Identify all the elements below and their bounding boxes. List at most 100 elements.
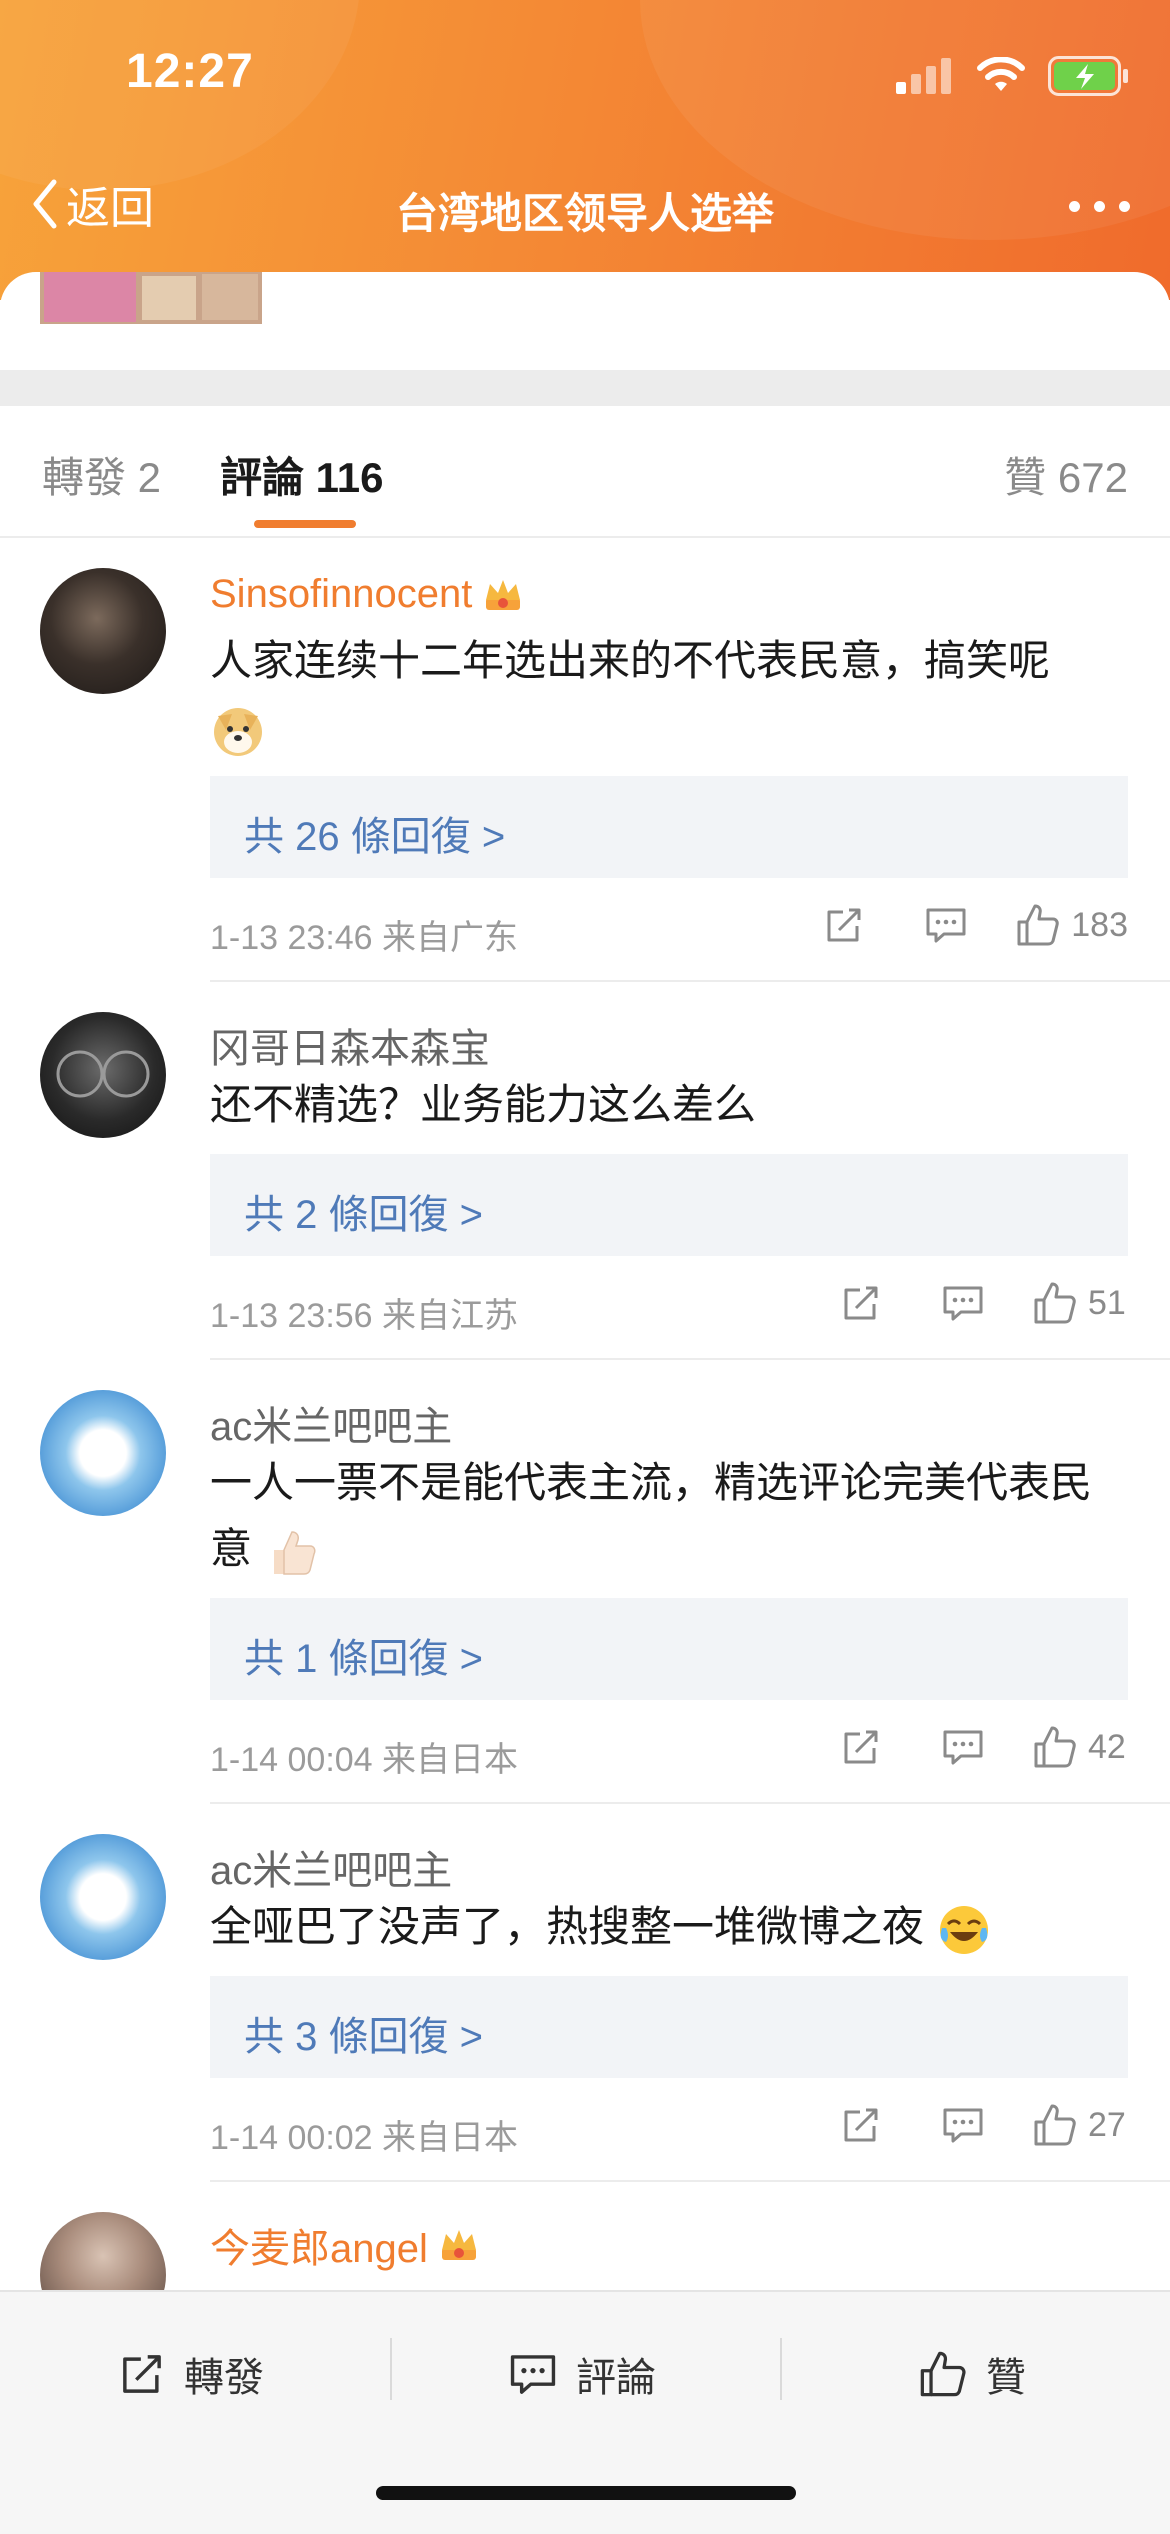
laugh-cry-emoji-icon [939,1905,988,1954]
more-icon-dot [1094,200,1105,212]
comment-meta: 1-14 00:02 来自日本 [210,2110,518,2159]
like-count: 42 [1088,1727,1126,1766]
share-button[interactable] [821,902,867,948]
reply-count: 共 1 條回復 > [244,1637,483,1681]
comment-icon [510,2355,556,2394]
like-button[interactable] [1032,1280,1078,1326]
divider [210,1802,1170,1804]
post-card-edge [0,272,1170,370]
crown-icon [486,579,521,610]
home-indicator[interactable] [376,2486,796,2500]
avatar[interactable] [40,568,166,694]
author-name: 冈哥日森本森宝 [210,1027,490,1071]
like-icon [920,2351,966,2397]
share-icon [844,2108,878,2142]
page-title: 台湾地区领导人选举 [395,190,774,237]
like-icon [1034,2104,1076,2146]
thumbnail-part [142,276,196,320]
tab-indicator [254,520,356,528]
bottom-separator [780,2338,782,2400]
comment-meta: 1-13 23:46 来自广东 [210,910,518,959]
divider [210,1358,1170,1360]
more-icon [1069,200,1080,212]
author-name: ac米兰吧吧主 [210,1849,453,1893]
comment-location: 来自江苏 [382,1297,519,1335]
tab-bar: 轉發 2 評論 116 贊 672 [0,406,1170,538]
comment-author[interactable]: 今麦郎angel [210,2216,480,2274]
comment-text-content: 人家连续十二年选出来的不代表民意，搞笑呢 [210,637,1051,684]
more-button[interactable] [1069,186,1130,226]
nav-bar: 返回 台湾地区领导人选举 [0,160,1170,248]
reply-count-box[interactable]: 共 26 條回復 > [210,776,1128,878]
share-icon [844,1286,878,1320]
share-icon [844,1730,878,1764]
bottom-repost-label: 轉發 [184,2356,264,2400]
comment-icon [943,1730,983,1765]
wifi-icon [977,57,1025,91]
tab-likes[interactable]: 贊 672 [1004,444,1128,505]
like-icon [1017,904,1060,946]
tab-repost[interactable]: 轉發 2 [42,444,161,505]
like-icon [1034,1726,1076,1768]
avatar[interactable] [40,1390,166,1516]
reply-count: 共 26 條回復 > [244,815,506,859]
reply-count-box[interactable]: 共 2 條回復 > [210,1154,1128,1256]
like-icon [1034,1282,1076,1324]
share-button[interactable] [838,1724,884,1770]
divider [210,2180,1170,2182]
share-icon [827,908,861,942]
share-icon [123,2355,161,2393]
comment-text: 还不精选？业务能力这么差么 [210,1072,1130,1138]
comment-actions: 183 [821,900,1128,950]
bottom-like-label: 贊 [986,2356,1026,2400]
comment-text: 人家连续十二年选出来的不代表民意，搞笑呢 [210,628,1130,760]
bottom-repost-button[interactable]: 轉發 [118,2342,264,2406]
comment-author[interactable]: Sinsofinnocent [210,572,524,617]
comment-button[interactable] [940,1724,986,1770]
comment-actions: 27 [838,2100,1128,2150]
comment-text-content: 还不精选？业务能力这么差么 [210,1081,757,1128]
avatar[interactable] [40,1834,166,1960]
bottom-separator [390,2338,392,2400]
avatar-image [56,1050,150,1098]
battery-charging-icon [1048,56,1128,96]
bottom-comment-button[interactable]: 評論 [508,2342,656,2406]
comment-author[interactable]: 冈哥日森本森宝 [210,1016,490,1074]
thumbnail-part [202,274,258,320]
comment-time: 1-13 23:46 [210,919,373,957]
thumbs-up-emoji-icon [273,1531,316,1575]
tab-comments[interactable]: 評論 116 [220,444,383,505]
comment-location: 来自日本 [382,2119,519,2157]
post-image-thumbnail[interactable] [40,272,262,324]
comment-text: 一人一票不是能代表主流，精选评论完美代表民意 [210,1450,1130,1582]
signal-icon [896,58,951,94]
comment-button[interactable] [940,1280,986,1326]
like-button[interactable] [1032,1724,1078,1770]
like-button[interactable] [1015,902,1061,948]
status-time: 12:27 [126,45,254,98]
bottom-comment-label: 評論 [576,2356,656,2400]
comment-text-content: 全哑巴了没声了，热搜整一堆微博之夜 [210,1903,925,1950]
reply-count-box[interactable]: 共 1 條回復 > [210,1598,1128,1700]
comment-button[interactable] [940,2102,986,2148]
comment-meta: 1-13 23:56 来自江苏 [210,1288,518,1337]
comment-icon [943,2108,983,2143]
share-button[interactable] [838,2102,884,2148]
more-icon-dot [1119,200,1130,212]
reply-count-box[interactable]: 共 3 條回復 > [210,1976,1128,2078]
doge-emoji-icon [214,707,262,756]
divider [210,980,1170,982]
comment-author[interactable]: ac米兰吧吧主 [210,1394,452,1452]
header: 12:27 返回 台湾地区领导人选举 [0,0,1170,300]
share-button[interactable] [838,1280,884,1326]
author-name: Sinsofinnocent [210,572,473,616]
like-button[interactable] [1032,2102,1078,2148]
comment-author[interactable]: ac米兰吧吧主 [210,1838,452,1896]
comment-button[interactable] [923,902,969,948]
comment-location: 来自广东 [382,919,519,957]
like-count: 51 [1088,1283,1126,1322]
bottom-like-button[interactable]: 贊 [918,2342,1026,2406]
avatar[interactable] [40,1012,166,1138]
author-name: 今麦郎angel [210,2227,428,2271]
crown-icon [441,2230,476,2260]
